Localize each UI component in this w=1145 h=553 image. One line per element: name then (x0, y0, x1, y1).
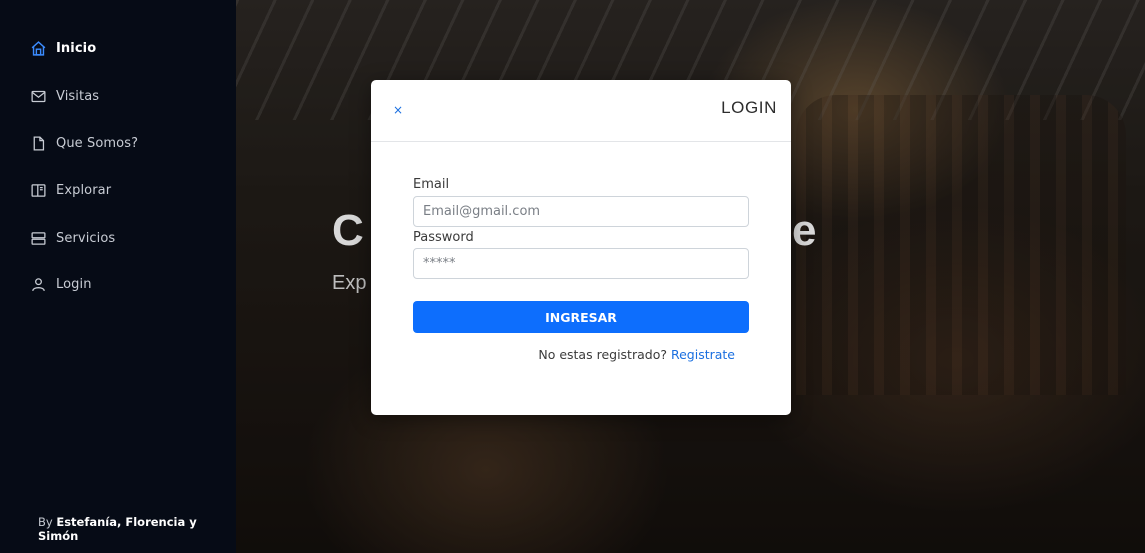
layout-icon (31, 183, 46, 197)
sidebar-item-label: Inicio (56, 40, 97, 56)
home-icon (31, 40, 46, 56)
register-link[interactable]: Registrate (671, 347, 735, 362)
sidebar-item-explorar[interactable]: Explorar (30, 179, 111, 201)
server-icon (31, 231, 46, 245)
register-line: No estas registrado? Registrate (538, 347, 735, 362)
mail-icon (31, 90, 46, 102)
hero-title: C (332, 206, 364, 255)
sidebar-item-label: Servicios (56, 230, 116, 246)
sidebar-item-label: Que Somos? (56, 135, 139, 151)
user-icon (32, 277, 45, 291)
password-label: Password (413, 230, 474, 245)
close-icon[interactable]: × (393, 104, 403, 116)
footer-prefix: By (38, 515, 57, 529)
hero-subtitle: Exp (332, 272, 367, 294)
file-icon (33, 135, 45, 151)
submit-button[interactable]: INGRESAR (413, 301, 749, 333)
login-modal: × LOGIN Email Password INGRESAR No estas… (371, 80, 791, 415)
email-field[interactable] (413, 196, 749, 227)
sidebar-item-label: Login (56, 276, 92, 292)
hero-title-end: e (792, 206, 817, 255)
modal-title: LOGIN (721, 98, 777, 117)
sidebar-item-servicios[interactable]: Servicios (30, 227, 115, 249)
sidebar-item-label: Explorar (56, 182, 112, 198)
email-label: Email (413, 177, 450, 192)
sidebar-footer: By Estefanía, Florencia y Simón (38, 515, 236, 543)
sidebar: Inicio Visitas Que Somos? Explorar Servi… (0, 0, 236, 553)
footer-authors: Estefanía, Florencia y Simón (38, 515, 197, 543)
sidebar-item-inicio[interactable]: Inicio (30, 37, 96, 59)
password-field[interactable] (413, 248, 749, 279)
sidebar-item-visitas[interactable]: Visitas (30, 85, 99, 107)
sidebar-item-login[interactable]: Login (30, 273, 92, 295)
sidebar-item-que-somos[interactable]: Que Somos? (30, 132, 138, 154)
sidebar-item-label: Visitas (56, 88, 100, 104)
register-text: No estas registrado? (538, 347, 667, 362)
modal-header: × LOGIN (371, 80, 791, 142)
